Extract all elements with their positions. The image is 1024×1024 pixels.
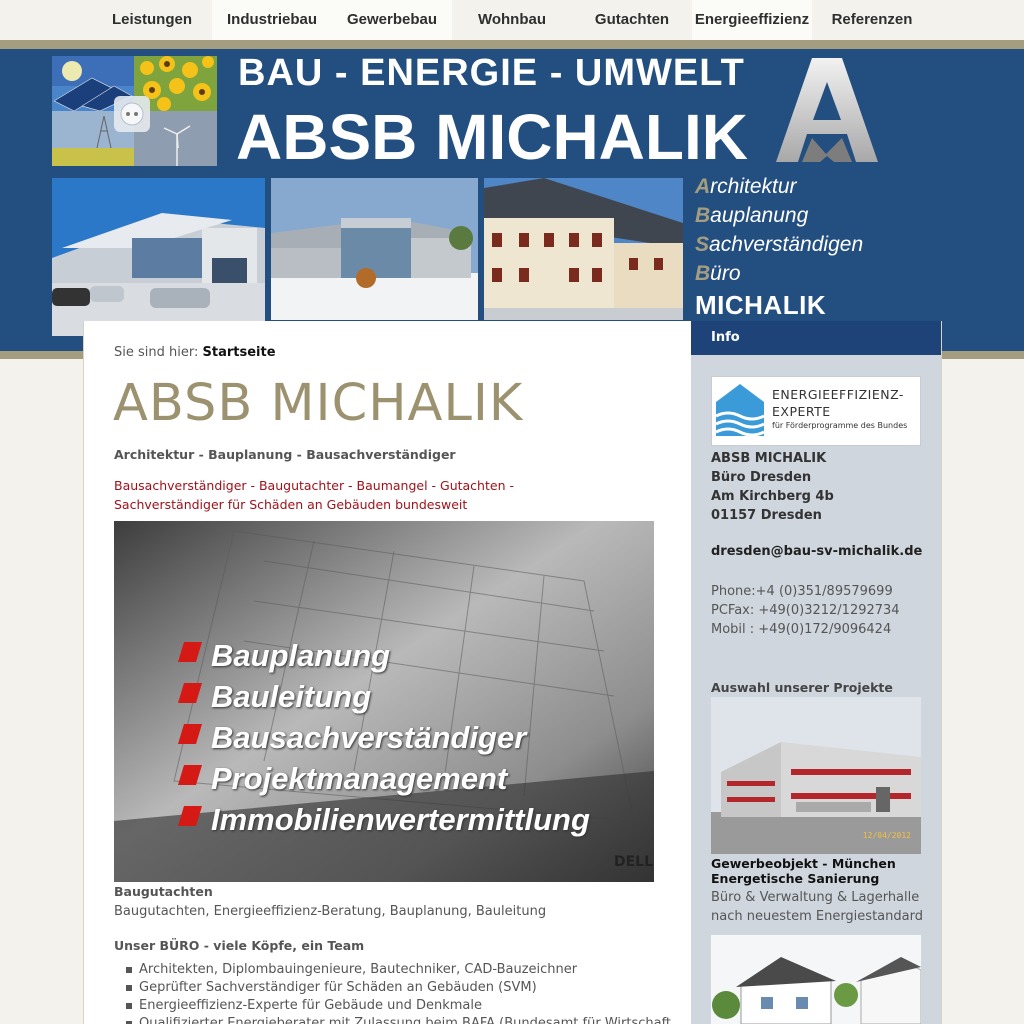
list-item: Architekten, Diplombauingenieure, Bautec… [126, 961, 671, 979]
hero-item-bauplanung: Bauplanung [211, 638, 391, 673]
caption-text: Baugutachten, Energieeffizienz-Beratung,… [114, 904, 547, 919]
caption-heading: Baugutachten [114, 884, 213, 899]
energy-expert-badge[interactable]: ENERGIEEFFIZIENZ- EXPERTE für Förderprog… [711, 376, 921, 446]
breadcrumb: Sie sind hier: Startseite [114, 345, 276, 360]
project-title-line2: Energetische Sanierung [711, 871, 880, 886]
hero-item-bauleitung: Bauleitung [211, 679, 372, 714]
header-tagline: Architektur Bauplanung Sachverständigen … [695, 172, 863, 288]
nav-item-leistungen[interactable]: Leistungen [92, 0, 212, 40]
project-photo-date: 12/04/2012 [862, 831, 911, 840]
tagline-sachverstaendigen: Sachverständigen [695, 233, 864, 256]
keyword-line-1: Bausachverständiger - Baugutachter - Bau… [114, 478, 514, 493]
email-link[interactable]: dresden@bau-sv-michalik.de [711, 544, 922, 559]
hero-item-immobilienwertermittlung: Immobilienwertermittlung [211, 802, 590, 837]
header-company-name: ABSB MICHALIK [236, 101, 748, 173]
hero-service-list: Bauplanung Bauleitung Bausachverständige… [211, 635, 590, 840]
keyword-line-2: Sachverständiger für Schäden an Gebäuden… [114, 497, 468, 512]
header-slogan: BAU - ENERGIE - UMWELT [238, 52, 745, 94]
mobile-number: Mobil : +49(0)172/9096424 [711, 622, 892, 637]
phone-block: Phone:+4 (0)351/89579699 PCFax: +49(0)32… [711, 582, 900, 639]
page-subtitle: Architektur - Bauplanung - Bausachverstä… [114, 447, 456, 462]
project-title[interactable]: Gewerbeobjekt - München Energetische San… [711, 856, 896, 886]
list-item: Geprüfter Sachverständiger für Schäden a… [126, 979, 671, 997]
nav-item-energieeffizienz[interactable]: Energieeffizienz [692, 0, 812, 40]
project-image-house[interactable] [711, 935, 921, 1024]
address-company: ABSB MICHALIK [711, 451, 827, 466]
header-brand-michalik: MICHALIK [695, 290, 827, 320]
project-description: Büro & Verwaltung & Lagerhalle nach neue… [711, 888, 923, 926]
company-logo [774, 56, 880, 164]
hero-item-projektmanagement: Projektmanagement [211, 761, 508, 796]
tagline-architektur: Architektur [695, 175, 797, 198]
svg-text:DELL: DELL [614, 854, 653, 870]
hero-services-image: DELL Bauplanung Bauleitung Bausachverstä… [114, 521, 654, 882]
sidebar-heading: Info [691, 321, 941, 355]
breadcrumb-current[interactable]: Startseite [203, 345, 276, 360]
hero-item-bausachverstaendiger: Bausachverständiger [211, 720, 527, 755]
team-list: Architekten, Diplombauingenieure, Bautec… [126, 961, 671, 1024]
tagline-bauplanung: Bauplanung [695, 204, 809, 227]
house-wave-icon [715, 384, 765, 437]
main-content: Sie sind hier: Startseite ABSB MICHALIK … [83, 321, 691, 1024]
nav-item-wohnbau[interactable]: Wohnbau [452, 0, 572, 40]
nav-item-gewerbebau[interactable]: Gewerbebau [332, 0, 452, 40]
address-street: Am Kirchberg 4b [711, 489, 834, 504]
project-desc-line2: nach neuestem Energiestandard [711, 909, 923, 924]
list-item: Energieeffizienz-Experte für Gebäude und… [126, 997, 671, 1015]
team-heading: Unser BÜRO - viele Köpfe, ein Team [114, 938, 365, 953]
list-item: Qualifizierter Energieberater mit Zulass… [126, 1015, 671, 1024]
sun-energy-collage [52, 56, 217, 166]
header-photo-car-dealership [52, 178, 265, 336]
nav-item-referenzen[interactable]: Referenzen [812, 0, 932, 40]
expert-title-line1: ENERGIEEFFIZIENZ- [772, 387, 904, 402]
address-office: Büro Dresden [711, 470, 812, 485]
projects-heading: Auswahl unserer Projekte [711, 680, 893, 695]
project-title-line1: Gewerbeobjekt - München [711, 856, 896, 871]
page-title: ABSB MICHALIK [113, 374, 524, 433]
header-photo-office-building [271, 178, 478, 320]
project-desc-line1: Büro & Verwaltung & Lagerhalle [711, 890, 920, 905]
breadcrumb-prefix: Sie sind hier: [114, 345, 199, 360]
info-sidebar: Info ENERGIEEFFIZIENZ- EXPERTE für Förde… [691, 321, 942, 1024]
expert-title-line2: EXPERTE [772, 404, 831, 419]
gold-divider-top [0, 40, 1024, 49]
tagline-buero: Büro [695, 262, 741, 285]
nav-item-industriebau[interactable]: Industriebau [212, 0, 332, 40]
expert-subtitle: für Förderprogramme des Bundes [772, 421, 908, 430]
fax-number: PCFax: +49(0)3212/1292734 [711, 603, 900, 618]
header-photo-historic-building [484, 178, 683, 320]
address-block: ABSB MICHALIK Büro Dresden Am Kirchberg … [711, 449, 834, 525]
keyword-text: Bausachverständiger - Baugutachter - Bau… [114, 476, 534, 514]
phone-number: Phone:+4 (0)351/89579699 [711, 584, 893, 599]
nav-item-gutachten[interactable]: Gutachten [572, 0, 692, 40]
top-navigation: Leistungen Industriebau Gewerbebau Wohnb… [0, 0, 1024, 40]
address-city: 01157 Dresden [711, 508, 822, 523]
project-image-munich[interactable]: 12/04/2012 [711, 697, 921, 854]
